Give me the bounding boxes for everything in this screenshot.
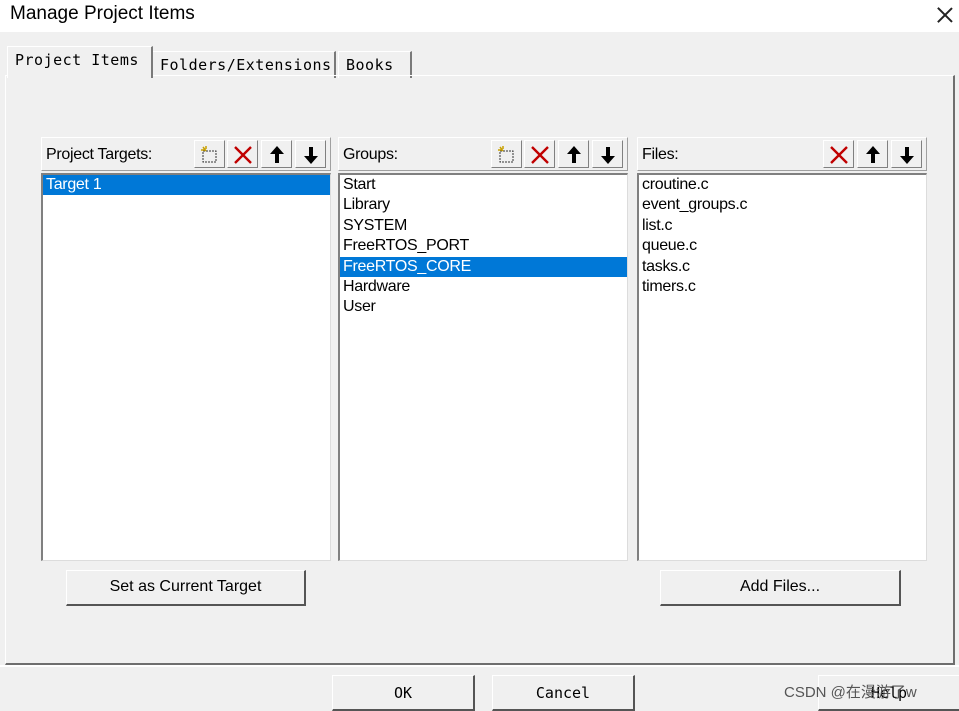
arrow-down-icon <box>304 147 318 164</box>
list-item[interactable]: SYSTEM <box>340 216 627 236</box>
delete-group-button[interactable] <box>524 140 555 168</box>
files-label: Files: <box>642 146 679 163</box>
files-header: Files: <box>637 137 927 171</box>
set-current-target-button[interactable]: Set as Current Target <box>66 570 306 606</box>
list-item[interactable]: User <box>340 297 627 317</box>
groups-list[interactable]: Start Library SYSTEM FreeRTOS_PORT FreeR… <box>338 173 628 561</box>
tab-folders-extensions[interactable]: Folders/Extensions <box>152 51 336 78</box>
delete-icon <box>830 146 848 164</box>
watermark: CSDN @在漫游了w <box>784 684 917 701</box>
list-item[interactable]: FreeRTOS_PORT <box>340 236 627 256</box>
move-target-down-button[interactable] <box>295 140 326 168</box>
arrow-up-icon <box>866 146 880 163</box>
list-item[interactable]: list.c <box>639 216 926 236</box>
groups-header: Groups: <box>338 137 628 171</box>
tab-label: Project Items <box>15 51 139 69</box>
cancel-button[interactable]: Cancel <box>492 675 635 711</box>
move-group-down-button[interactable] <box>592 140 623 168</box>
delete-icon <box>234 146 252 164</box>
move-group-up-button[interactable] <box>558 140 589 168</box>
ok-button[interactable]: OK <box>332 675 475 711</box>
list-item[interactable]: croutine.c <box>639 175 926 195</box>
tab-project-items[interactable]: Project Items <box>7 46 153 78</box>
delete-icon <box>531 146 549 164</box>
list-item[interactable]: Start <box>340 175 627 195</box>
arrow-up-icon <box>270 146 284 163</box>
targets-label: Project Targets: <box>46 146 153 163</box>
delete-file-button[interactable] <box>823 140 854 168</box>
targets-header: Project Targets: <box>41 137 331 171</box>
add-files-button[interactable]: Add Files... <box>660 570 901 606</box>
files-list[interactable]: croutine.c event_groups.c list.c queue.c… <box>637 173 927 561</box>
list-item[interactable]: Library <box>340 195 627 215</box>
list-item[interactable]: tasks.c <box>639 257 926 277</box>
delete-target-button[interactable] <box>227 140 258 168</box>
new-group-button[interactable] <box>491 140 522 168</box>
list-item[interactable]: queue.c <box>639 236 926 256</box>
list-item[interactable]: FreeRTOS_CORE <box>340 256 627 277</box>
targets-list[interactable]: Target 1 <box>41 173 331 561</box>
list-item[interactable]: event_groups.c <box>639 195 926 215</box>
footer-divider <box>0 665 959 667</box>
title-bar: Manage Project Items <box>0 0 959 32</box>
move-target-up-button[interactable] <box>261 140 292 168</box>
move-file-down-button[interactable] <box>891 140 922 168</box>
tab-label: Books <box>346 56 394 74</box>
close-icon[interactable] <box>934 4 956 26</box>
tab-books[interactable]: Books <box>338 51 412 78</box>
groups-label: Groups: <box>343 146 398 163</box>
new-item-icon <box>201 146 217 163</box>
tab-label: Folders/Extensions <box>160 56 332 74</box>
arrow-down-icon <box>601 147 615 164</box>
new-target-button[interactable] <box>194 140 225 168</box>
list-item[interactable]: Hardware <box>340 277 627 297</box>
move-file-up-button[interactable] <box>857 140 888 168</box>
arrow-up-icon <box>567 146 581 163</box>
list-item[interactable]: timers.c <box>639 277 926 297</box>
new-item-icon <box>498 146 514 163</box>
arrow-down-icon <box>900 147 914 164</box>
list-item[interactable]: Target 1 <box>43 175 330 196</box>
window-title: Manage Project Items <box>10 3 195 24</box>
